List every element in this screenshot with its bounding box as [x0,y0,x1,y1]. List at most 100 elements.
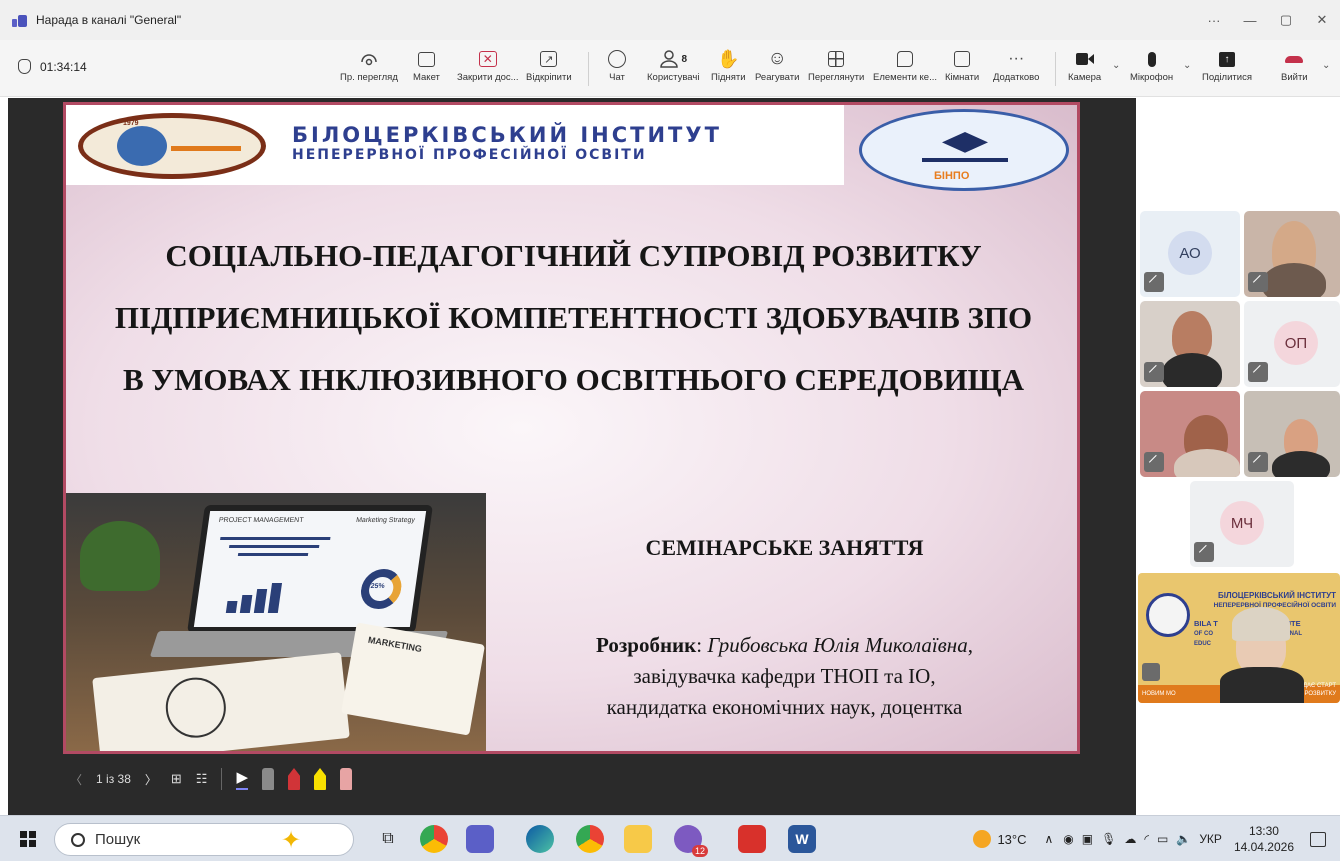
share-button[interactable]: ↑ Поділитися [1202,46,1252,83]
participant-tile[interactable]: АО [1140,211,1240,297]
highlighter-icon[interactable] [314,768,326,790]
laptop-image: PROJECT MANAGEMENT Marketing Strategy 25… [187,505,433,633]
microphone-icon [1147,46,1156,72]
edge-icon[interactable] [526,825,554,853]
slide-subtitle: СЕМІНАРСЬКЕ ЗАНЯТТЯ [645,535,924,560]
slide-author: Розробник: Грибовська Юлія Миколаївна, з… [596,633,973,719]
language-indicator[interactable]: УКР [1199,832,1222,846]
minimize-button[interactable]: — [1232,0,1268,40]
notifications-icon[interactable] [1310,831,1326,847]
pointer-tool-icon[interactable]: ▶ [236,768,248,790]
plant-image [80,521,160,591]
apps-icon [897,46,913,72]
next-slide-chevron-icon[interactable]: 〉 [145,771,157,788]
word-icon[interactable]: W [788,825,816,853]
muted-mic-icon [1194,542,1214,562]
chrome-icon[interactable] [420,825,448,853]
notebook-image [92,652,350,751]
shared-content-stage: 1979 БІЛОЦЕРКІВСЬКИЙ ІНСТИТУТ НЕПЕРЕРВНО… [8,98,1136,815]
pdf-reader-icon[interactable] [738,825,766,853]
start-button[interactable] [20,831,36,847]
taskbar-search-input[interactable]: Пошук ✦ [54,823,354,856]
stop-sharing-button[interactable]: ✕ Закрити дос... [457,46,519,83]
participant-video-tile[interactable] [1244,391,1340,477]
slide-header: 1979 БІЛОЦЕРКІВСЬКИЙ ІНСТИТУТ НЕПЕРЕРВНО… [66,105,844,185]
audio-level-icon [1142,663,1160,681]
layout-icon [417,46,435,72]
camera-icon [1075,46,1094,72]
more-actions-button[interactable]: ··· Додатково [993,46,1039,83]
chevron-up-icon[interactable]: ∧ [1045,832,1054,846]
system-tray: 13°C ∧ ◉ ▣ 🎙 ☁ ◜ ▭ 🔈 УКР 13:30 14.04.202… [973,816,1340,862]
chat-button[interactable]: Чат [608,46,626,83]
leave-options-chevron-icon[interactable]: ⌄ [1322,60,1330,71]
windows-taskbar: Пошук ✦ ⧉ 12 W 13°C ∧ ◉ ▣ 🎙 ☁ ◜ ▭ 🔈 УКР … [0,815,1340,861]
record-icon[interactable]: ◉ [1063,832,1073,846]
microphone-button[interactable]: Мікрофон [1130,46,1173,83]
red-pen-icon[interactable] [288,768,300,790]
camera-button[interactable]: Камера [1068,46,1101,83]
search-icon [71,832,85,847]
marketing-card: MARKETING [340,622,486,736]
muted-mic-icon [1144,452,1164,472]
preview-button[interactable]: Пр. перегляд [340,46,398,83]
slide-navigation: 〈 1 із 38 〉 ⊞ ☷ ▶ [70,762,352,796]
raise-hand-button[interactable]: ✋ Підняти [711,46,746,84]
eraser-tool-icon[interactable] [262,768,274,790]
muted-mic-icon [1248,452,1268,472]
weather-icon[interactable] [973,830,992,848]
wifi-icon[interactable]: ◜ [1144,832,1149,846]
muted-mic-icon [1144,362,1164,382]
react-button[interactable]: ☺ Реагувати [755,46,799,83]
volume-icon[interactable]: 🔈 [1176,832,1191,846]
muted-mic-icon [1248,362,1268,382]
chat-icon [608,46,626,72]
institute-logo [1146,593,1190,637]
rooms-icon [954,46,971,72]
participant-video-tile[interactable] [1140,301,1240,387]
previous-slide-chevron-icon[interactable]: 〈 [70,771,82,788]
breakout-rooms-button[interactable]: Кімнати [945,46,979,83]
weather-temperature[interactable]: 13°C [997,832,1026,847]
more-icon: ··· [1008,50,1025,67]
more-options-button[interactable]: ··· [1196,0,1232,40]
window-title: Нарада в каналі "General" [36,13,182,27]
slide-title: СОЦІАЛЬНО-ПЕДАГОГІЧНИЙ СУПРОВІД РОЗВИТКУ… [114,238,1033,397]
maximize-button[interactable]: ▢ [1268,0,1304,40]
apps-button[interactable]: Елементи ке... [873,46,937,83]
viber-icon[interactable]: 12 [674,825,708,857]
pop-out-button[interactable]: ↗ Відкріпити [526,46,572,83]
microphone-options-chevron-icon[interactable]: ⌄ [1183,60,1191,71]
institute-logo: 1979 [78,113,266,179]
leave-button[interactable]: Вийти [1281,46,1308,83]
self-view-tile[interactable]: БІЛОЦЕРКІВСЬКИЙ ІНСТИТУТ НЕПЕРЕРВНОЇ ПРО… [1138,573,1340,703]
participant-tile[interactable]: ОП [1244,301,1340,387]
task-view-icon[interactable]: ⧉ [374,825,402,853]
chrome-profile-icon[interactable] [576,825,604,853]
muted-mic-icon [1248,272,1268,292]
department-logo: БІНПО [859,109,1069,191]
teams-taskbar-icon[interactable] [466,825,494,853]
grid-view-icon[interactable]: ⊞ [171,771,182,787]
view-button[interactable]: Переглянути [808,46,864,83]
settings-sliders-icon[interactable]: ☷ [196,771,208,787]
shield-icon [18,59,31,74]
teams-icon [12,13,28,27]
participant-video-tile[interactable] [1140,391,1240,477]
window-title-bar: Нарада в каналі "General" ··· — ▢ ✕ [0,0,1340,40]
participant-video-tile[interactable] [1244,211,1340,297]
share-icon: ↑ [1218,46,1235,72]
participant-tile[interactable]: МЧ [1190,481,1294,567]
camera-options-chevron-icon[interactable]: ⌄ [1112,60,1120,71]
battery-icon[interactable]: ▭ [1157,832,1168,846]
onedrive-icon[interactable]: ☁ [1124,832,1136,846]
clock[interactable]: 13:30 14.04.2026 [1234,823,1294,855]
microphone-tray-icon[interactable]: 🎙 [1101,832,1116,846]
people-button[interactable]: 8 Користувачі [647,46,699,83]
stop-share-icon: ✕ [478,46,497,72]
teams-meeting-icon[interactable]: ▣ [1082,832,1093,846]
close-window-button[interactable]: ✕ [1304,0,1340,40]
file-explorer-icon[interactable] [624,825,652,853]
layout-button[interactable]: Макет [413,46,440,83]
eraser-icon[interactable] [340,768,352,790]
